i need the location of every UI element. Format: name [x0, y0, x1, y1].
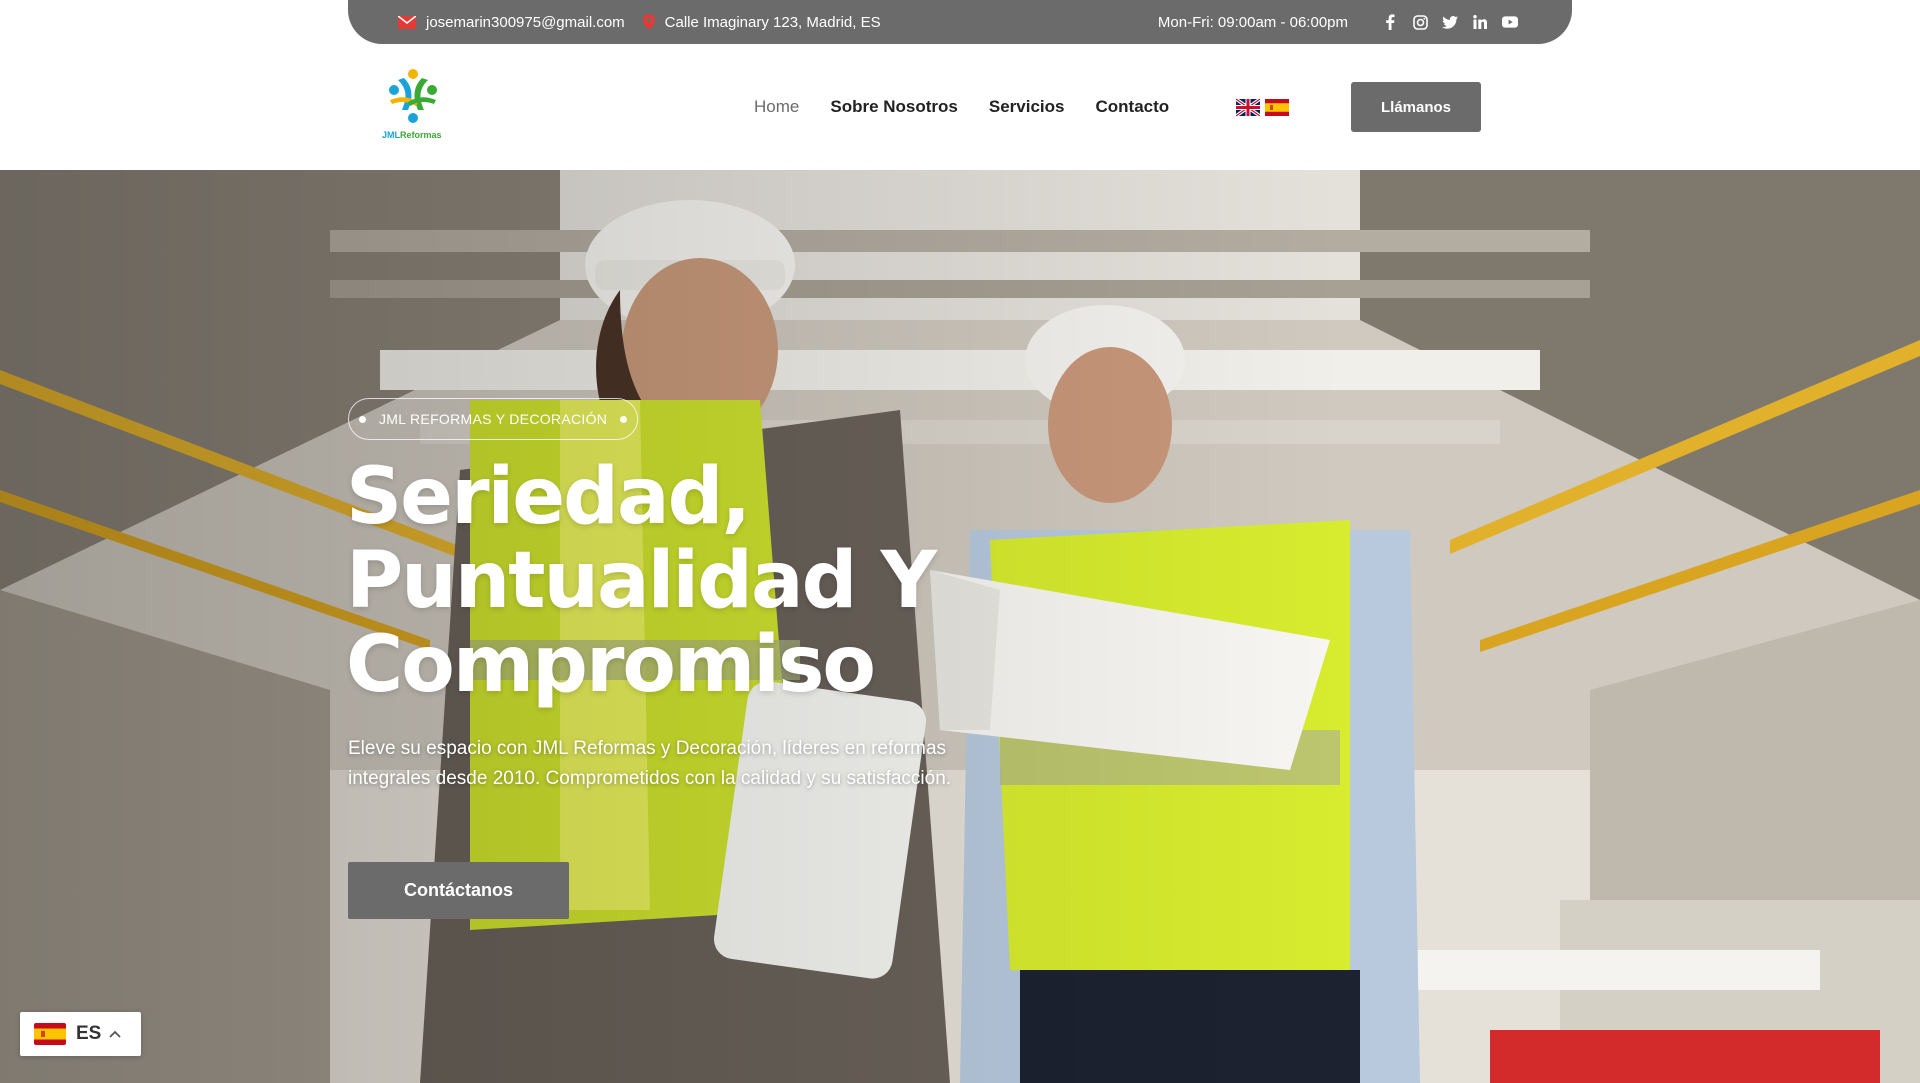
hero-badge: JML REFORMAS Y DECORACIÓN: [348, 398, 639, 440]
map-pin-icon: [642, 14, 655, 30]
contact-info: josemarin300975@gmail.com Calle Imaginar…: [398, 14, 899, 31]
email-item[interactable]: josemarin300975@gmail.com: [398, 14, 625, 31]
logo-mark-icon: [389, 69, 437, 123]
hero-description: Eleve su espacio con JML Reformas y Deco…: [348, 738, 952, 789]
envelope-icon: [398, 15, 416, 29]
linkedin-icon[interactable]: [1472, 14, 1488, 30]
address-text: Calle Imaginary 123, Madrid, ES: [664, 13, 881, 31]
facebook-icon[interactable]: [1382, 14, 1398, 30]
hero-section: JML REFORMAS Y DECORACIÓN Seriedad, Punt…: [0, 170, 1920, 1083]
contact-cta-button[interactable]: Contáctanos: [348, 862, 569, 919]
twitter-icon[interactable]: [1442, 14, 1458, 30]
language-flags: [1236, 99, 1289, 116]
hero-title-line-1: Seriedad,: [346, 452, 751, 542]
uk-flag-icon[interactable]: [1236, 99, 1260, 116]
opening-hours: Mon-Fri: 09:00am - 06:00pm: [1157, 13, 1348, 31]
email-text[interactable]: josemarin300975@gmail.com: [426, 14, 625, 31]
hero-title-line-3: Compromiso: [346, 620, 876, 710]
spain-flag-icon: [34, 1023, 66, 1045]
youtube-icon[interactable]: [1502, 14, 1518, 30]
nav-contacto[interactable]: Contacto: [1096, 97, 1170, 117]
nav-sobre-nosotros[interactable]: Sobre Nosotros: [830, 97, 958, 117]
instagram-icon[interactable]: [1412, 14, 1428, 30]
language-code: ES: [76, 1023, 102, 1044]
top-info-bar: josemarin300975@gmail.com Calle Imaginar…: [348, 0, 1572, 44]
language-switcher[interactable]: ES: [20, 1012, 141, 1056]
main-header: JMLReformas Home Sobre Nosotros Servicio…: [0, 44, 1920, 170]
nav-home[interactable]: Home: [754, 97, 799, 117]
social-links: [1382, 14, 1518, 30]
call-button[interactable]: Llámanos: [1351, 82, 1481, 132]
logo-text-reformas: Reformas: [400, 130, 442, 140]
site-logo[interactable]: JMLReformas: [378, 66, 448, 146]
hero-title: Seriedad, Puntualidad Y Compromiso: [346, 455, 966, 707]
logo-text-jml: JML: [382, 130, 400, 140]
nav-servicios[interactable]: Servicios: [989, 97, 1065, 117]
spain-flag-icon[interactable]: [1265, 99, 1289, 116]
address-item: Calle Imaginary 123, Madrid, ES: [642, 13, 881, 31]
hero-title-line-2: Puntualidad Y: [346, 536, 937, 626]
logo-text: JMLReformas: [382, 130, 442, 140]
chevron-up-icon: [109, 1030, 121, 1038]
main-nav: Home Sobre Nosotros Servicios Contacto: [754, 97, 1169, 117]
